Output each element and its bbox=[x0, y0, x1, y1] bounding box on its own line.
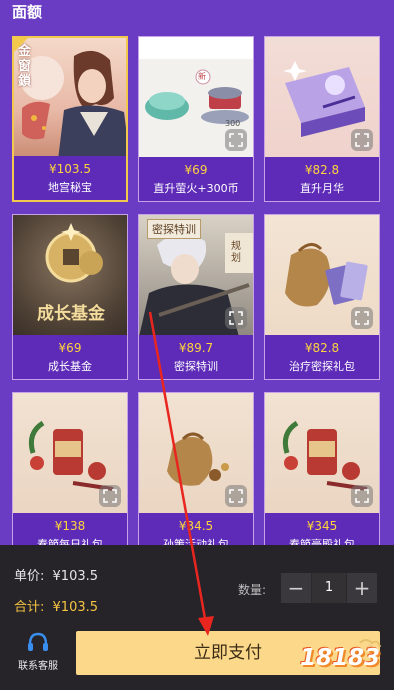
card-name: 治疗密探礼包 bbox=[289, 360, 355, 373]
card-price: ¥82.8 bbox=[304, 341, 340, 355]
total-price-label: 合计: bbox=[14, 600, 45, 615]
card-name: 直升萤火+300币 bbox=[153, 182, 239, 195]
product-card-5[interactable]: 密探特训 规划 ¥89.7 密探特训 bbox=[138, 214, 254, 380]
card-info: ¥82.8 直升月华 bbox=[265, 157, 379, 201]
zoom-icon[interactable] bbox=[351, 485, 373, 507]
card-artwork-caption: 成长基金 bbox=[37, 304, 105, 324]
product-card-1[interactable]: 金窗鎖 ¥103.5 地宫秘宝 bbox=[12, 36, 128, 202]
card-name: 地宫秘宝 bbox=[48, 181, 92, 194]
card-info: ¥69 成长基金 bbox=[13, 335, 127, 379]
customer-service-label: 联系客服 bbox=[18, 661, 58, 672]
product-card-2[interactable]: 新 300 ¥69 直升萤火+300币 bbox=[138, 36, 254, 202]
card-price: ¥103.5 bbox=[49, 162, 91, 176]
product-card-8[interactable]: ¥34.5 孙策活动礼包 bbox=[138, 392, 254, 558]
zoom-icon[interactable] bbox=[99, 485, 121, 507]
unit-price-value: ¥103.5 bbox=[52, 569, 99, 584]
product-card-7[interactable]: ¥138 春節每日礼包 bbox=[12, 392, 128, 558]
increase-quantity-button[interactable]: + bbox=[347, 573, 377, 603]
card-price: ¥138 bbox=[54, 519, 86, 533]
quantity-label: 数量: bbox=[238, 583, 267, 597]
card-name: 直升月华 bbox=[300, 182, 344, 195]
product-card-9[interactable]: ¥345 春節豪殿礼包 bbox=[264, 392, 380, 558]
card-artwork-badge: 新 bbox=[198, 72, 206, 81]
card-info: ¥103.5 地宫秘宝 bbox=[14, 156, 126, 200]
zoom-icon[interactable] bbox=[225, 307, 247, 329]
product-card-6[interactable]: ¥82.8 治疗密探礼包 bbox=[264, 214, 380, 380]
card-price: ¥69 bbox=[184, 163, 208, 177]
card-artwork-banner: 密探特训 bbox=[147, 219, 201, 239]
card-info: ¥89.7 密探特训 bbox=[139, 335, 253, 379]
product-card-4[interactable]: 成长基金 ¥69 成长基金 bbox=[12, 214, 128, 380]
card-price: ¥34.5 bbox=[178, 519, 214, 533]
headset-icon bbox=[28, 632, 48, 651]
unit-price-label: 单价: bbox=[14, 569, 45, 584]
watermark-text: 18183 bbox=[300, 645, 381, 671]
decrease-quantity-button[interactable]: − bbox=[281, 573, 311, 603]
zoom-icon[interactable] bbox=[351, 129, 373, 151]
site-watermark: 18183 bbox=[300, 637, 386, 677]
total-price-value: ¥103.5 bbox=[52, 600, 99, 615]
customer-service-button[interactable]: 联系客服 bbox=[12, 631, 64, 672]
card-price: ¥69 bbox=[58, 341, 82, 355]
card-info: ¥82.8 治疗密探礼包 bbox=[265, 335, 379, 379]
quantity-value[interactable]: 1 bbox=[311, 573, 347, 603]
section-title: 面额 bbox=[12, 3, 43, 21]
page: 面额 金窗鎖 ¥103.5 地宫秘宝 新 300 ¥69 直升萤火+300币 ¥… bbox=[0, 0, 394, 690]
card-artwork: 金窗鎖 bbox=[14, 38, 126, 160]
selected-corner-marker bbox=[14, 38, 28, 52]
checkout-panel: 单价: ¥103.5 合计: ¥103.5 数量: − 1 + 联系客服 立即支… bbox=[0, 545, 394, 690]
total-price-row: 合计: ¥103.5 bbox=[14, 596, 98, 615]
card-info: ¥69 直升萤火+300币 bbox=[139, 157, 253, 201]
product-card-3[interactable]: ¥82.8 直升月华 bbox=[264, 36, 380, 202]
quantity-stepper: − 1 + bbox=[281, 573, 377, 603]
zoom-icon[interactable] bbox=[225, 485, 247, 507]
zoom-icon[interactable] bbox=[351, 307, 373, 329]
zoom-icon[interactable] bbox=[225, 129, 247, 151]
card-name: 成长基金 bbox=[48, 360, 92, 373]
card-name: 密探特训 bbox=[174, 360, 218, 373]
card-artwork: 成长基金 bbox=[13, 215, 127, 337]
card-artwork-side-text: 规划 bbox=[231, 241, 241, 264]
card-price: ¥345 bbox=[306, 519, 338, 533]
card-price: ¥82.8 bbox=[304, 163, 340, 177]
unit-price-row: 单价: ¥103.5 bbox=[14, 565, 98, 584]
card-artwork-number: 300 bbox=[225, 119, 241, 128]
card-price: ¥89.7 bbox=[178, 341, 214, 355]
